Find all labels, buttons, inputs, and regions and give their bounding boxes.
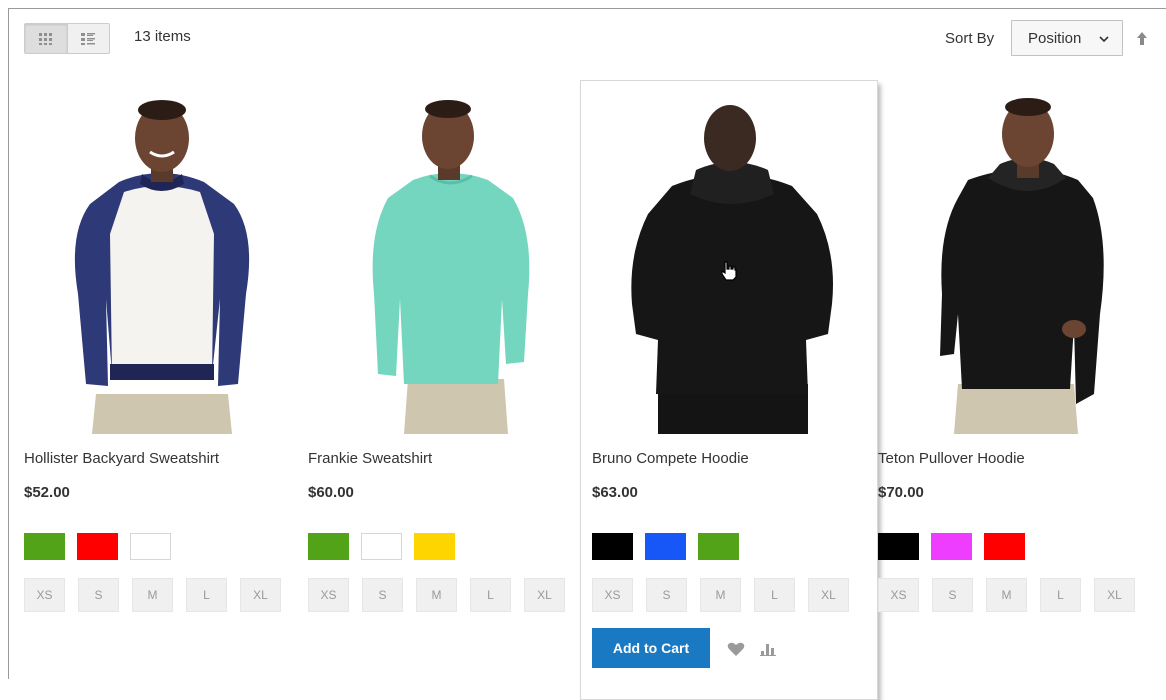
size-swatches: XS S M L XL [24,578,281,612]
product-image[interactable] [24,94,299,434]
color-swatch[interactable] [645,533,686,560]
product-price: $70.00 [878,484,924,501]
size-option[interactable]: XS [308,578,349,612]
product-price: $60.00 [308,484,354,501]
color-swatch[interactable] [130,533,171,560]
size-option[interactable]: XL [1094,578,1135,612]
product-card: Frankie Sweatshirt $60.00 XS S M L XL [308,0,598,679]
size-option[interactable]: S [362,578,403,612]
size-option[interactable]: L [1040,578,1081,612]
color-swatch[interactable] [984,533,1025,560]
size-swatches: XS S M L XL [592,578,849,612]
size-option[interactable]: L [186,578,227,612]
color-swatch[interactable] [931,533,972,560]
product-name[interactable]: Teton Pullover Hoodie [878,450,1025,467]
product-image[interactable] [878,94,1153,434]
compare-icon[interactable] [760,641,776,662]
color-swatches [24,533,171,560]
size-option[interactable]: XS [592,578,633,612]
size-option[interactable]: M [700,578,741,612]
color-swatch[interactable] [77,533,118,560]
color-swatch[interactable] [414,533,455,560]
product-card-hovered: Bruno Compete Hoodie $63.00 XS S M L XL … [580,0,882,700]
color-swatch[interactable] [592,533,633,560]
add-to-cart-button[interactable]: Add to Cart [592,628,710,668]
size-option[interactable]: L [754,578,795,612]
size-swatches: XS S M L XL [308,578,565,612]
product-name[interactable]: Bruno Compete Hoodie [592,450,749,467]
size-option[interactable]: S [932,578,973,612]
size-option[interactable]: XS [24,578,65,612]
hand-pointer-icon [720,261,738,286]
color-swatch[interactable] [308,533,349,560]
size-option[interactable]: M [986,578,1027,612]
size-option[interactable]: XL [240,578,281,612]
product-name[interactable]: Frankie Sweatshirt [308,450,432,467]
product-name[interactable]: Hollister Backyard Sweatshirt [24,450,219,467]
size-option[interactable]: M [132,578,173,612]
size-option[interactable]: L [470,578,511,612]
size-option[interactable]: M [416,578,457,612]
size-option[interactable]: XL [524,578,565,612]
heart-icon[interactable] [727,642,745,662]
product-price: $52.00 [24,484,70,501]
product-image[interactable] [308,94,583,434]
size-swatches: XS S M L XL [878,578,1135,612]
color-swatches [592,533,739,560]
size-option[interactable]: XS [878,578,919,612]
color-swatch[interactable] [24,533,65,560]
color-swatch[interactable] [698,533,739,560]
size-option[interactable]: S [646,578,687,612]
size-option[interactable]: XL [808,578,849,612]
product-price: $63.00 [592,484,638,501]
color-swatch[interactable] [361,533,402,560]
color-swatch[interactable] [878,533,919,560]
color-swatches [308,533,455,560]
size-option[interactable]: S [78,578,119,612]
product-card: Hollister Backyard Sweatshirt $52.00 XS … [24,0,314,679]
product-card: Teton Pullover Hoodie $70.00 XS S M L XL [878,0,1166,679]
color-swatches [878,533,1025,560]
